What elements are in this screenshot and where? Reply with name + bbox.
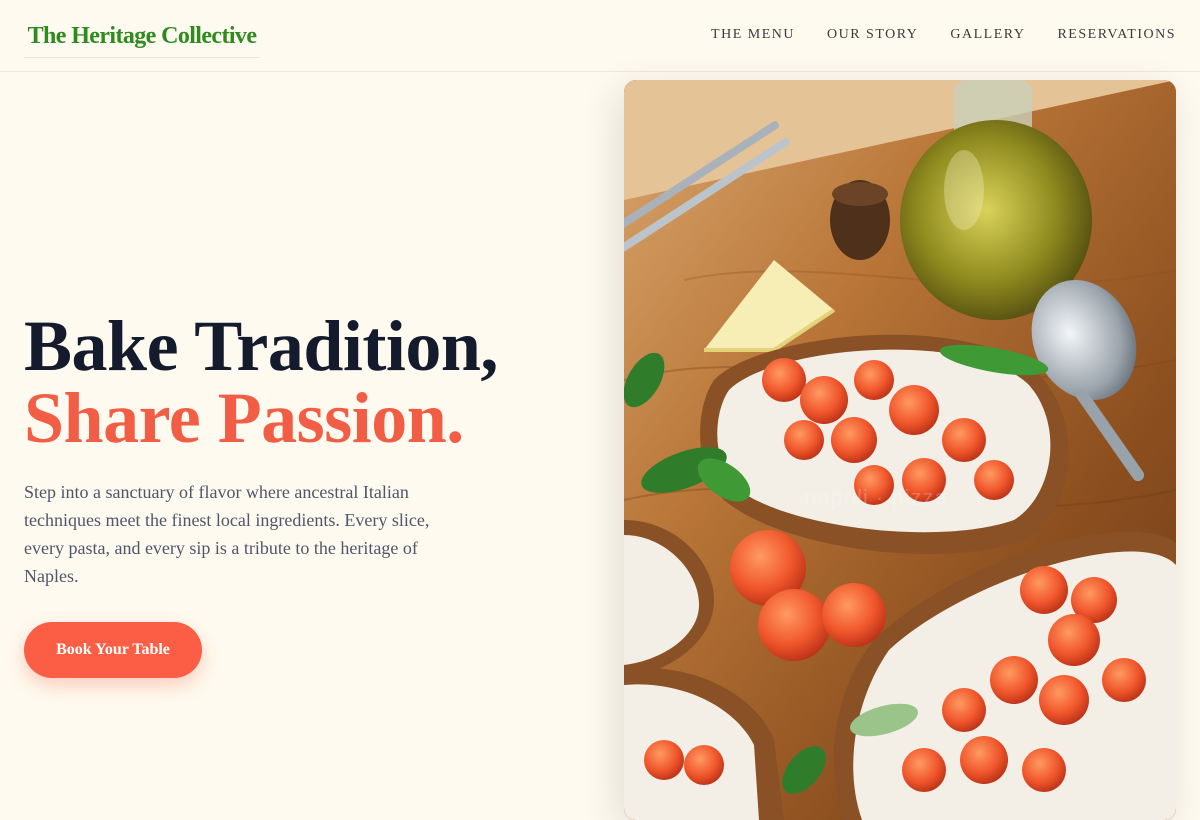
bruschetta-illustration <box>624 80 1176 820</box>
hero-headline: Bake Tradition, Share Passion. <box>24 310 584 454</box>
brand-logo[interactable]: The Heritage Collective <box>24 16 260 58</box>
nav-link-gallery[interactable]: GALLERY <box>950 25 1025 45</box>
headline-line-1: Bake Tradition, <box>24 306 498 386</box>
hero-food-photo: napoli · pizza <box>624 80 1176 820</box>
hero-text: Bake Tradition, Share Passion. Step into… <box>24 310 584 590</box>
hero-description: Step into a sanctuary of flavor where an… <box>24 482 430 586</box>
brand-name: The Heritage Collective <box>27 23 257 49</box>
headline-line-2: Share Passion. <box>24 378 464 458</box>
nav-link-reservations[interactable]: RESERVATIONS <box>1057 25 1176 45</box>
main-nav: THE MENU OUR STORY GALLERY RESERVATIONS <box>711 25 1176 45</box>
nav-link-our-story[interactable]: OUR STORY <box>827 25 918 45</box>
photo-watermark: napoli · pizza <box>804 485 948 510</box>
nav-link-the-menu[interactable]: THE MENU <box>711 25 795 45</box>
site-header: The Heritage Collective THE MENU OUR STO… <box>0 0 1200 72</box>
book-table-button[interactable]: Book Your Table <box>24 622 202 678</box>
